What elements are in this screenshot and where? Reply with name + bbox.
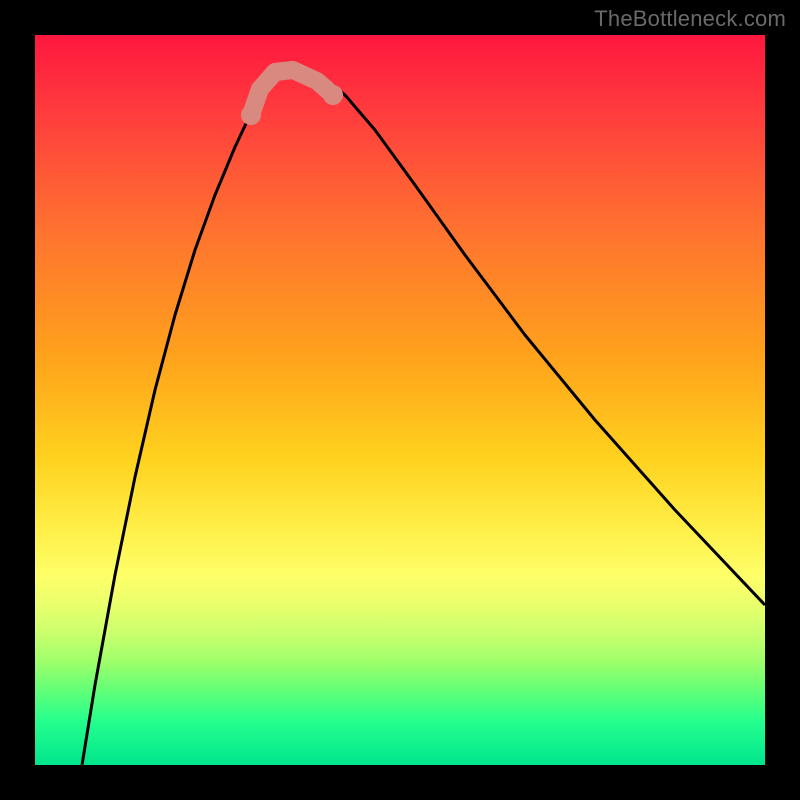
dot-right xyxy=(323,85,343,105)
chart-svg xyxy=(35,35,765,765)
chart-frame: TheBottleneck.com xyxy=(0,0,800,800)
series-group xyxy=(82,69,765,765)
bottleneck-curve xyxy=(82,69,765,765)
highlight-segment xyxy=(251,70,333,115)
watermark-text: TheBottleneck.com xyxy=(594,6,786,32)
dot-left xyxy=(241,105,261,125)
plot-area xyxy=(35,35,765,765)
